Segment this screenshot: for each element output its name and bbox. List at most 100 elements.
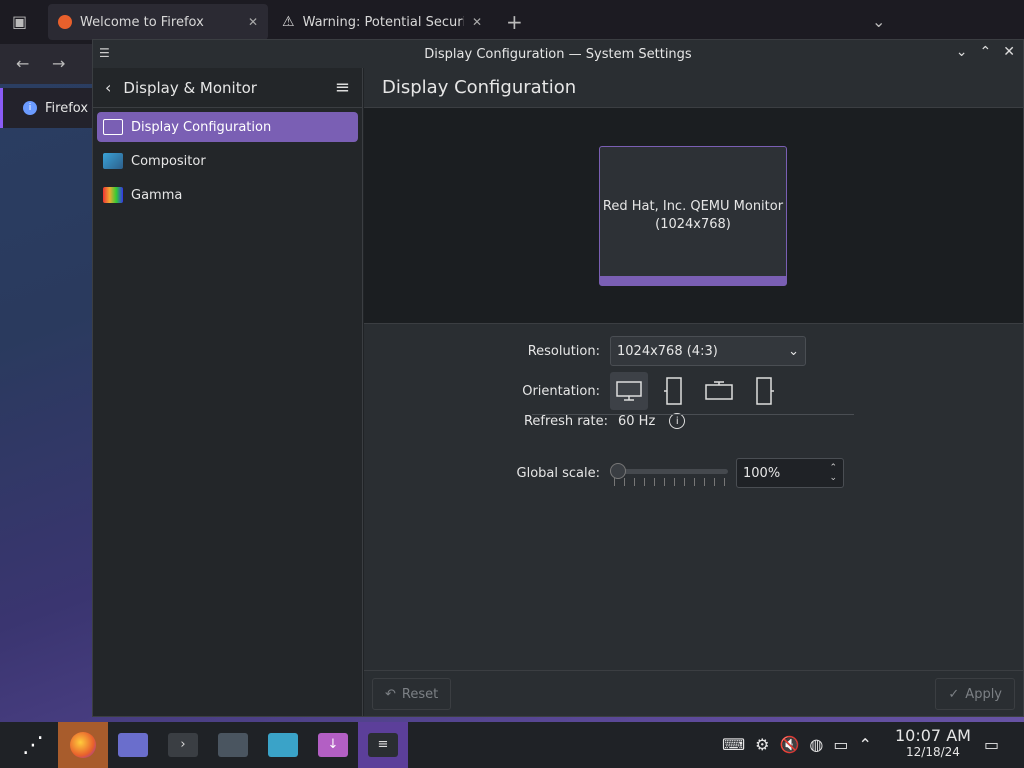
volume-muted-icon[interactable]: 🔇 — [779, 735, 799, 754]
orientation-landscape-button[interactable] — [610, 372, 648, 410]
portrait-icon — [664, 377, 682, 405]
network-share-icon[interactable]: ⚙ — [755, 735, 769, 754]
info-icon[interactable]: i — [669, 413, 686, 429]
orientation-landscape-flipped-button[interactable] — [700, 372, 738, 410]
launcher-icon: ⋰ — [22, 732, 44, 758]
chevron-up-icon: ⌃ — [829, 463, 837, 473]
settings-sliders-icon: ≡ — [368, 733, 398, 757]
sidebar-item-gamma[interactable]: Gamma — [97, 180, 358, 210]
sidebar-item-label: Gamma — [131, 187, 183, 203]
taskbar-firefox[interactable] — [58, 722, 108, 768]
settings-window: ☰ Display Configuration — System Setting… — [92, 39, 1024, 717]
orientation-portrait-button[interactable] — [655, 372, 693, 410]
taskbar-system-settings[interactable]: ≡ — [358, 722, 408, 768]
landscape-icon — [616, 381, 642, 401]
slider-handle[interactable] — [610, 463, 626, 479]
taskbar-discover[interactable]: ↓ — [308, 722, 358, 768]
global-scale-slider[interactable] — [610, 458, 728, 488]
notification-label: Firefox — [45, 100, 89, 116]
portrait-flipped-icon — [756, 377, 774, 405]
application-launcher-button[interactable]: ⋰ — [8, 722, 58, 768]
resolution-label: Resolution: — [527, 343, 600, 359]
global-scale-label: Global scale: — [516, 465, 600, 481]
page-title: Display Configuration — [364, 68, 1023, 108]
close-icon[interactable]: ✕ — [1003, 44, 1015, 60]
sidebar-item-label: Compositor — [131, 153, 206, 169]
folder-icon — [118, 733, 148, 757]
firefox-notification: i Firefox — [0, 88, 92, 128]
show-desktop-icon[interactable]: ▭ — [984, 735, 999, 754]
footer-bar: ↶ Reset ✓ Apply — [364, 670, 1023, 716]
apply-label: Apply — [965, 686, 1002, 702]
orientation-row: Orientation: — [364, 372, 790, 410]
firefox-icon — [58, 15, 72, 29]
sidebar-item-display-configuration[interactable]: Display Configuration — [97, 112, 358, 142]
clock-time: 10:07 AM — [895, 726, 971, 745]
sidebar: ‹ Display & Monitor ≡ Display Configurat… — [93, 68, 363, 716]
clock[interactable]: 10:07 AM 12/18/24 — [895, 728, 971, 760]
taskbar-terminal[interactable]: › — [158, 722, 208, 768]
taskbar-screenshot[interactable] — [258, 722, 308, 768]
reset-label: Reset — [401, 686, 439, 702]
taskbar-system-monitor[interactable] — [208, 722, 258, 768]
firefox-tab-warning[interactable]: ⚠ Warning: Potential Securit ✕ — [272, 4, 492, 40]
apply-button[interactable]: ✓ Apply — [935, 678, 1015, 710]
monitor-resolution: (1024x768) — [655, 217, 731, 232]
taskbar-file-manager[interactable] — [108, 722, 158, 768]
refresh-rate-label: Refresh rate: — [523, 413, 608, 429]
close-icon[interactable]: ✕ — [248, 15, 258, 29]
info-icon: i — [23, 101, 37, 115]
display-icon[interactable]: ▭ — [833, 735, 848, 754]
taskbar: ⋰ › ↓ ≡ ⌨ ⚙ 🔇 ◍ ▭ ⌃ 10:07 AM 12/18/24 ▭ — [0, 722, 1024, 768]
tab-list-icon[interactable]: ▣ — [12, 12, 27, 31]
gamma-icon — [103, 187, 123, 203]
firefox-tab-welcome[interactable]: Welcome to Firefox ✕ — [48, 4, 268, 40]
window-menu-icon[interactable]: ☰ — [99, 46, 110, 60]
sidebar-item-label: Display Configuration — [131, 119, 272, 135]
firefox-icon — [70, 732, 96, 758]
monitor-name: Red Hat, Inc. QEMU Monitor — [602, 199, 784, 214]
window-title: Display Configuration — System Settings — [424, 46, 692, 62]
system-tray: ⌨ ⚙ 🔇 ◍ ▭ ⌃ — [722, 735, 872, 754]
orientation-label: Orientation: — [522, 383, 600, 399]
resolution-select[interactable]: 1024x768 (4:3) ⌄ — [610, 336, 806, 366]
back-icon[interactable]: ‹ — [105, 78, 111, 97]
chevron-down-icon: ⌄ — [829, 473, 837, 483]
globe-icon[interactable]: ◍ — [809, 735, 823, 754]
global-scale-spinbox[interactable]: 100% ⌃ ⌄ — [736, 458, 844, 488]
divider — [532, 414, 854, 415]
firefox-tabbar: ▣ Welcome to Firefox ✕ ⚠ Warning: Potent… — [0, 0, 1024, 44]
keyboard-icon[interactable]: ⌨ — [722, 735, 745, 754]
sidebar-title: Display & Monitor — [123, 78, 257, 97]
window-titlebar[interactable]: ☰ Display Configuration — System Setting… — [93, 40, 1023, 68]
checkmark-icon: ✓ — [948, 686, 960, 702]
warning-icon: ⚠ — [282, 14, 295, 30]
download-icon: ↓ — [318, 733, 348, 757]
spinbox-arrows[interactable]: ⌃ ⌄ — [829, 463, 837, 483]
monitor-tile[interactable]: Red Hat, Inc. QEMU Monitor (1024x768) — [599, 146, 787, 286]
resolution-row: Resolution: 1024x768 (4:3) ⌄ — [364, 336, 806, 366]
system-monitor-icon — [218, 733, 248, 757]
monitor-selection-bar — [600, 276, 786, 285]
orientation-portrait-flipped-button[interactable] — [745, 372, 783, 410]
new-tab-icon[interactable]: + — [506, 10, 523, 34]
refresh-rate-value: 60 Hz — [618, 413, 656, 429]
minimize-icon[interactable]: ⌄ — [956, 44, 968, 60]
slider-track — [614, 469, 728, 474]
sidebar-item-compositor[interactable]: Compositor — [97, 146, 358, 176]
global-scale-value: 100% — [743, 465, 781, 481]
hamburger-menu-icon[interactable]: ≡ — [335, 77, 350, 98]
compositor-icon — [103, 153, 123, 169]
back-icon[interactable]: ← — [16, 54, 29, 73]
close-icon[interactable]: ✕ — [472, 15, 482, 29]
camera-icon — [268, 733, 298, 757]
sidebar-header: ‹ Display & Monitor ≡ — [93, 68, 362, 108]
tab-label: Welcome to Firefox — [80, 14, 204, 30]
chevron-down-icon[interactable]: ⌄ — [872, 12, 885, 31]
forward-icon[interactable]: → — [52, 54, 65, 73]
slider-ticks — [614, 478, 728, 486]
reset-button[interactable]: ↶ Reset — [372, 678, 452, 710]
maximize-icon[interactable]: ⌃ — [980, 44, 992, 60]
terminal-icon: › — [168, 733, 198, 757]
chevron-up-icon[interactable]: ⌃ — [858, 735, 871, 754]
